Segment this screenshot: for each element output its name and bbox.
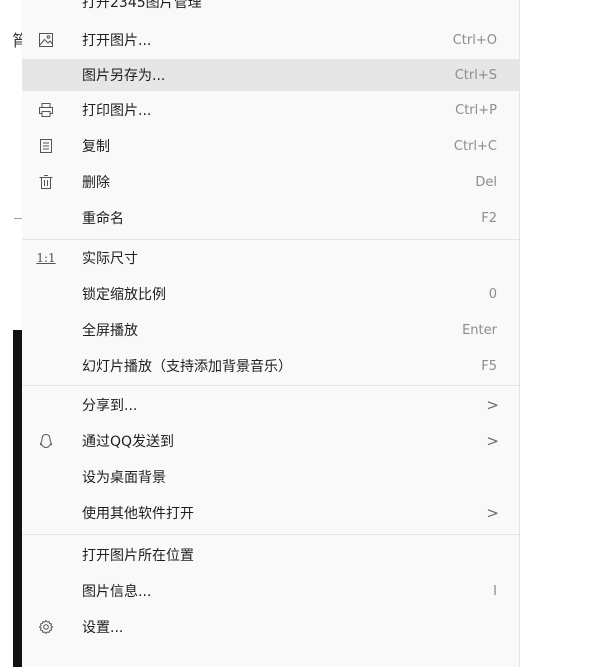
gear-icon — [36, 617, 56, 637]
menu-item-label: 复制 — [82, 139, 110, 155]
menu-item-print-image[interactable]: 打印图片... Ctrl+P — [22, 94, 519, 126]
background-dark-edge — [13, 330, 22, 667]
background-divider — [14, 218, 22, 219]
copy-icon — [36, 136, 56, 156]
menu-item-label: 使用其他软件打开 — [82, 506, 194, 522]
menu-item-copy[interactable]: 复制 Ctrl+C — [22, 130, 519, 162]
menu-item-open-image[interactable]: 打开图片... Ctrl+O — [22, 24, 519, 56]
menu-item-lock-zoom-ratio[interactable]: 锁定缩放比例 0 — [22, 278, 519, 310]
shortcut-text: Ctrl+O — [452, 32, 497, 48]
menu-item-save-image-as[interactable]: 图片另存为... Ctrl+S — [22, 59, 519, 91]
shortcut-text: Del — [475, 174, 497, 190]
menu-item-label: 幻灯片播放（支持添加背景音乐） — [82, 359, 292, 375]
menu-item-delete[interactable]: 删除 Del — [22, 166, 519, 198]
menu-item-label: 图片信息... — [82, 584, 152, 600]
chevron-right-icon: > — [486, 396, 499, 414]
shortcut-text: Ctrl+C — [453, 138, 497, 154]
menu-item-label: 打开图片所在位置 — [82, 548, 194, 564]
menu-item-label: 设置... — [82, 620, 124, 636]
menu-item-label: 锁定缩放比例 — [82, 287, 166, 303]
menu-item-send-via-qq[interactable]: 通过QQ发送到 > — [22, 425, 519, 457]
menu-item-label: 打印图片... — [82, 103, 152, 119]
menu-item-rename[interactable]: 重命名 F2 — [22, 202, 519, 234]
menu-item-open-2345-manager[interactable]: 打开2345图片管理 — [22, 0, 519, 18]
menu-item-open-file-location[interactable]: 打开图片所在位置 — [22, 539, 519, 571]
context-menu: 打开2345图片管理 打开图片... Ctrl+O 图片另存为... Ctrl+… — [22, 0, 520, 667]
shortcut-text: F5 — [481, 358, 497, 374]
menu-separator — [22, 534, 519, 535]
menu-item-label: 删除 — [82, 175, 110, 191]
menu-item-actual-size[interactable]: 1:1 实际尺寸 — [22, 242, 519, 274]
qq-icon — [36, 431, 56, 451]
menu-item-label: 打开2345图片管理 — [82, 0, 202, 11]
shortcut-text: I — [493, 583, 497, 599]
menu-item-label: 设为桌面背景 — [82, 470, 166, 486]
shortcut-text: Ctrl+S — [454, 67, 497, 83]
menu-item-label: 全屏播放 — [82, 323, 138, 339]
menu-item-image-info[interactable]: 图片信息... I — [22, 575, 519, 607]
actual-size-icon: 1:1 — [36, 251, 56, 265]
menu-item-share-to[interactable]: 分享到... > — [22, 389, 519, 421]
menu-item-label: 图片另存为... — [82, 68, 166, 84]
menu-item-label: 通过QQ发送到 — [82, 434, 175, 450]
menu-item-set-desktop-background[interactable]: 设为桌面背景 — [22, 461, 519, 493]
shortcut-text: F2 — [481, 210, 497, 226]
menu-item-label: 分享到... — [82, 398, 138, 414]
menu-item-label: 实际尺寸 — [82, 251, 138, 267]
menu-separator — [22, 239, 519, 240]
chevron-right-icon: > — [486, 432, 499, 450]
menu-item-open-with-other-software[interactable]: 使用其他软件打开 > — [22, 497, 519, 529]
trash-icon — [36, 172, 56, 192]
shortcut-text: Enter — [462, 322, 497, 338]
menu-separator — [22, 385, 519, 386]
chevron-right-icon: > — [486, 504, 499, 522]
printer-icon — [36, 100, 56, 120]
menu-item-fullscreen-play[interactable]: 全屏播放 Enter — [22, 314, 519, 346]
menu-item-label: 打开图片... — [82, 33, 152, 49]
shortcut-text: 0 — [488, 286, 497, 302]
menu-item-slideshow[interactable]: 幻灯片播放（支持添加背景音乐） F5 — [22, 350, 519, 382]
menu-item-label: 重命名 — [82, 211, 124, 227]
shortcut-text: Ctrl+P — [455, 102, 497, 118]
image-icon — [36, 30, 56, 50]
menu-item-settings[interactable]: 设置... — [22, 611, 519, 643]
